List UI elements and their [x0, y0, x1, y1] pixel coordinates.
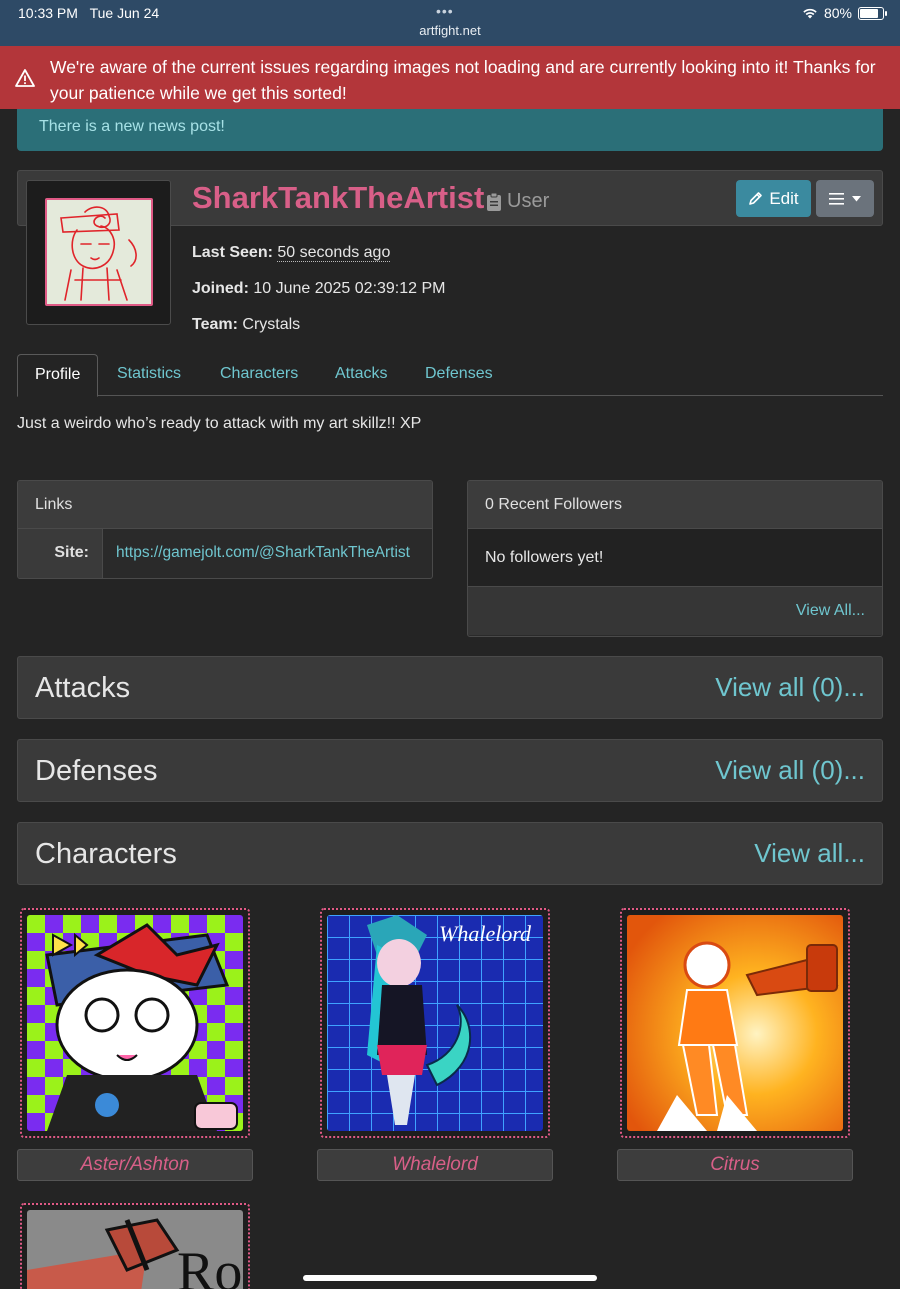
- site-alert: We're aware of the current issues regard…: [0, 46, 900, 109]
- character-art-whalelord: Whalelord: [327, 915, 543, 1131]
- characters-view-all[interactable]: View all...: [754, 838, 865, 869]
- defenses-title: Defenses: [35, 755, 158, 787]
- character-art-aster: [27, 915, 243, 1131]
- status-time: 10:33 PM Tue Jun 24: [18, 5, 160, 21]
- alert-message: We're aware of the current issues regard…: [50, 57, 876, 103]
- svg-text:Ro: Ro: [177, 1241, 242, 1289]
- team: Team: Crystals: [192, 316, 301, 333]
- character-thumb-partial[interactable]: Ro: [20, 1203, 250, 1289]
- status-right: 80%: [802, 5, 887, 21]
- news-link[interactable]: There is a new news post!: [39, 118, 225, 136]
- site-row: Site: https://gamejolt.com/@SharkTankThe…: [18, 529, 432, 578]
- site-link[interactable]: https://gamejolt.com/@SharkTankTheArtist: [103, 529, 410, 578]
- battery-icon: [858, 6, 887, 20]
- username: SharkTankTheArtist: [192, 180, 485, 215]
- team-value: Crystals: [242, 316, 301, 333]
- pencil-icon: [749, 192, 763, 205]
- followers-panel: 0 Recent Followers No followers yet! Vie…: [467, 480, 883, 637]
- character-art: Ro: [27, 1210, 243, 1289]
- last-seen-value: 50 seconds ago: [277, 244, 391, 262]
- character-art: [627, 915, 843, 1131]
- characters-title: Characters: [35, 838, 177, 870]
- followers-title: 0 Recent Followers: [468, 481, 882, 529]
- followers-empty: No followers yet!: [468, 529, 882, 587]
- avatar-frame: [26, 180, 171, 325]
- character-name-aster[interactable]: Aster/Ashton: [17, 1149, 253, 1181]
- character-thumb-aster[interactable]: [20, 908, 250, 1138]
- defenses-section: Defenses View all (0)...: [17, 739, 883, 802]
- site-label: Site:: [18, 529, 103, 578]
- caret-down-icon: [852, 195, 861, 201]
- characters-section: Characters View all...: [17, 822, 883, 885]
- tab-attacks[interactable]: Attacks: [335, 354, 387, 396]
- joined: Joined: 10 June 2025 02:39:12 PM: [192, 280, 446, 297]
- battery-percent: 80%: [823, 5, 852, 21]
- character-thumb-citrus[interactable]: [620, 908, 850, 1138]
- avatar-sketch: [47, 200, 151, 304]
- followers-footer: View All...: [468, 587, 882, 635]
- more-dots-icon[interactable]: •••: [436, 3, 454, 19]
- attacks-view-all[interactable]: View all (0)...: [715, 672, 865, 703]
- edit-label: Edit: [769, 188, 799, 208]
- character-art: [27, 915, 243, 1131]
- avatar[interactable]: [45, 198, 153, 306]
- wifi-icon: [803, 8, 817, 19]
- character-art-citrus: [627, 915, 843, 1131]
- character-art-partial: Ro: [27, 1210, 243, 1289]
- role-label: User: [487, 190, 549, 213]
- tab-profile[interactable]: Profile: [17, 354, 99, 397]
- address-bar[interactable]: artfight.net: [0, 23, 900, 38]
- options-menu-button[interactable]: [816, 180, 874, 217]
- profile-bio: Just a weirdo who’s ready to attack with…: [17, 415, 422, 432]
- followers-view-all[interactable]: View All...: [796, 602, 865, 619]
- battery-fill: [860, 8, 878, 18]
- status-bar: 10:33 PM Tue Jun 24 ••• artfight.net 80%: [0, 0, 900, 46]
- attacks-section: Attacks View all (0)...: [17, 656, 883, 719]
- links-title: Links: [18, 481, 432, 529]
- character-name-whalelord[interactable]: Whalelord: [317, 1149, 553, 1181]
- last-seen: Last Seen: 50 seconds ago: [192, 244, 391, 262]
- hamburger-icon: [829, 192, 844, 205]
- home-indicator[interactable]: [303, 1275, 597, 1281]
- clipboard-icon: [487, 192, 501, 211]
- role-text: User: [507, 190, 550, 212]
- warning-icon: [15, 69, 35, 87]
- profile-tabs: Profile Statistics Characters Attacks De…: [17, 354, 883, 397]
- tab-defenses[interactable]: Defenses: [425, 354, 493, 396]
- joined-value: 10 June 2025 02:39:12 PM: [253, 280, 446, 297]
- edit-button[interactable]: Edit: [736, 180, 811, 217]
- links-panel: Links Site: https://gamejolt.com/@SharkT…: [17, 480, 433, 579]
- attacks-title: Attacks: [35, 672, 131, 704]
- character-thumb-whalelord[interactable]: Whalelord: [320, 908, 550, 1138]
- defenses-view-all[interactable]: View all (0)...: [715, 755, 865, 786]
- character-name-citrus[interactable]: Citrus: [617, 1149, 853, 1181]
- news-banner[interactable]: There is a new news post!: [17, 109, 883, 151]
- tab-characters[interactable]: Characters: [220, 354, 298, 396]
- character-art: Whalelord: [327, 915, 543, 1131]
- tab-statistics[interactable]: Statistics: [117, 354, 181, 396]
- svg-text:Whalelord: Whalelord: [439, 921, 532, 946]
